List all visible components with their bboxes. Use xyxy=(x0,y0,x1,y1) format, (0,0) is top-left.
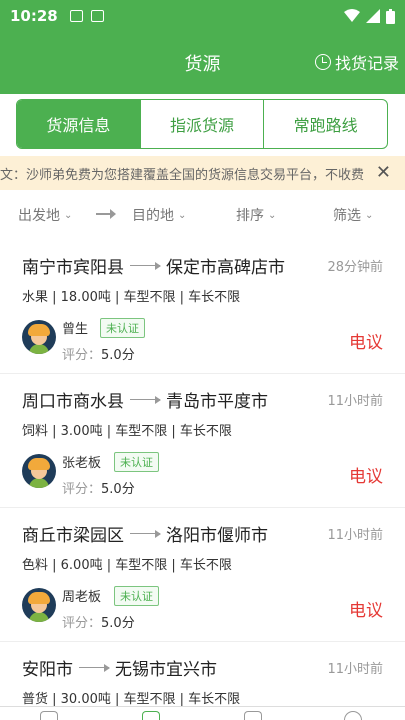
cargo-tabs: 货源信息 指派货源 常跑路线 xyxy=(16,99,388,149)
notice-text: 文：沙师弟免费为您搭建覆盖全国的货源信息交易平台，不收费 xyxy=(0,167,365,183)
search-history-label: 找货记录 xyxy=(334,54,399,73)
app-header: 货源 找货记录 xyxy=(0,32,405,94)
rating-label: 评分： xyxy=(62,482,102,497)
arrow-right-icon xyxy=(130,262,161,269)
cargo-details: 普货 | 30.00吨 | 车型不限 | 车长不限 xyxy=(22,692,241,707)
posted-time: 28分钟前 xyxy=(327,260,383,275)
negotiate-button[interactable]: 电议 xyxy=(349,462,383,487)
origin-filter[interactable]: 出发地 ⌄ xyxy=(18,205,72,225)
avatar xyxy=(22,454,56,488)
posted-time: 11小时前 xyxy=(327,528,383,543)
route-destination: 青岛市平度市 xyxy=(166,392,268,412)
sort-filter[interactable]: 排序 ⌄ xyxy=(236,205,276,225)
cargo-details: 饲料 | 3.00吨 | 车型不限 | 车长不限 xyxy=(22,424,232,439)
rating: 评分：5.0分 xyxy=(62,612,135,631)
list-item[interactable]: 周口市商水县 青岛市平度市 11小时前 饲料 | 3.00吨 | 车型不限 | … xyxy=(0,374,405,508)
chevron-down-icon: ⌄ xyxy=(268,209,277,221)
status-badge: 未认证 xyxy=(114,586,159,606)
home-icon[interactable] xyxy=(40,711,58,720)
posted-time: 11小时前 xyxy=(327,394,383,409)
sort-label: 排序 xyxy=(236,208,264,224)
negotiate-button[interactable]: 电议 xyxy=(349,328,383,353)
arrow-right-icon xyxy=(130,530,161,537)
rating-value: 5.0分 xyxy=(101,482,135,497)
status-bar: 10:28 xyxy=(0,0,405,32)
rating-value: 5.0分 xyxy=(101,616,135,631)
rating-label: 评分： xyxy=(62,348,102,363)
route-destination: 保定市高碑店市 xyxy=(166,258,285,278)
avatar xyxy=(22,588,56,622)
screen-filter[interactable]: 筛选 ⌄ xyxy=(333,205,373,225)
cart-icon[interactable] xyxy=(244,711,262,720)
route-origin: 南宁市宾阳县 xyxy=(22,258,124,278)
cargo-icon[interactable] xyxy=(142,711,160,720)
chevron-down-icon: ⌄ xyxy=(64,209,73,221)
arrow-right-icon xyxy=(79,664,110,671)
filter-bar: 出发地 ⌄ 目的地 ⌄ 排序 ⌄ 筛选 ⌄ xyxy=(0,196,405,234)
negotiate-button[interactable]: 电议 xyxy=(349,596,383,621)
route: 商丘市梁园区 洛阳市偃师市 xyxy=(22,521,268,546)
notice-banner: 文：沙师弟免费为您搭建覆盖全国的货源信息交易平台，不收费 ✕ xyxy=(0,156,405,190)
route-origin: 商丘市梁园区 xyxy=(22,526,124,546)
list-item[interactable]: 南宁市宾阳县 保定市高碑店市 28分钟前 水果 | 18.00吨 | 车型不限 … xyxy=(0,240,405,374)
posted-time: 11小时前 xyxy=(327,662,383,677)
shipper-name: 周老板 xyxy=(62,590,102,605)
route: 周口市商水县 青岛市平度市 xyxy=(22,387,268,412)
tab-regular-routes[interactable]: 常跑路线 xyxy=(264,100,387,148)
tab-cargo-info[interactable]: 货源信息 xyxy=(17,100,141,148)
shipper-name: 曾生 xyxy=(62,322,89,337)
status-time: 10:28 xyxy=(10,7,58,25)
screen-label: 筛选 xyxy=(333,208,361,224)
status-badge: 未认证 xyxy=(100,318,145,338)
profile-icon[interactable] xyxy=(344,711,362,720)
route-destination: 无锡市宜兴市 xyxy=(115,660,217,680)
status-badge: 未认证 xyxy=(114,452,159,472)
route: 安阳市 无锡市宜兴市 xyxy=(22,655,217,680)
tab-assigned-cargo[interactable]: 指派货源 xyxy=(141,100,265,148)
battery-icon xyxy=(386,8,395,24)
status-notification-icons xyxy=(69,10,104,22)
close-icon[interactable]: ✕ xyxy=(376,162,391,183)
route: 南宁市宾阳县 保定市高碑店市 xyxy=(22,253,285,278)
app-notification-icon xyxy=(90,10,104,22)
avatar xyxy=(22,320,56,354)
rating-label: 评分： xyxy=(62,616,102,631)
list-item[interactable]: 商丘市梁园区 洛阳市偃师市 11小时前 色料 | 6.00吨 | 车型不限 | … xyxy=(0,508,405,642)
shipper-name: 张老板 xyxy=(62,456,102,471)
bottom-nav xyxy=(0,706,405,720)
image-notification-icon xyxy=(69,10,83,22)
clock-icon xyxy=(314,54,331,70)
arrow-right-icon xyxy=(96,209,116,219)
list-item[interactable]: 安阳市 无锡市宜兴市 11小时前 普货 | 30.00吨 | 车型不限 | 车长… xyxy=(0,642,405,707)
destination-label: 目的地 xyxy=(132,208,174,224)
rating: 评分：5.0分 xyxy=(62,344,135,363)
search-history-button[interactable]: 找货记录 xyxy=(314,50,399,74)
cargo-details: 色料 | 6.00吨 | 车型不限 | 车长不限 xyxy=(22,558,232,573)
cargo-details: 水果 | 18.00吨 | 车型不限 | 车长不限 xyxy=(22,290,241,305)
chevron-down-icon: ⌄ xyxy=(178,209,187,221)
route-origin: 安阳市 xyxy=(22,660,73,680)
route-origin: 周口市商水县 xyxy=(22,392,124,412)
status-right-icons xyxy=(344,8,395,24)
destination-filter[interactable]: 目的地 ⌄ xyxy=(132,205,186,225)
rating: 评分：5.0分 xyxy=(62,478,135,497)
signal-icon xyxy=(366,9,380,23)
route-destination: 洛阳市偃师市 xyxy=(166,526,268,546)
rating-value: 5.0分 xyxy=(101,348,135,363)
wifi-icon xyxy=(344,9,360,22)
arrow-right-icon xyxy=(130,396,161,403)
origin-label: 出发地 xyxy=(18,208,60,224)
chevron-down-icon: ⌄ xyxy=(365,209,374,221)
